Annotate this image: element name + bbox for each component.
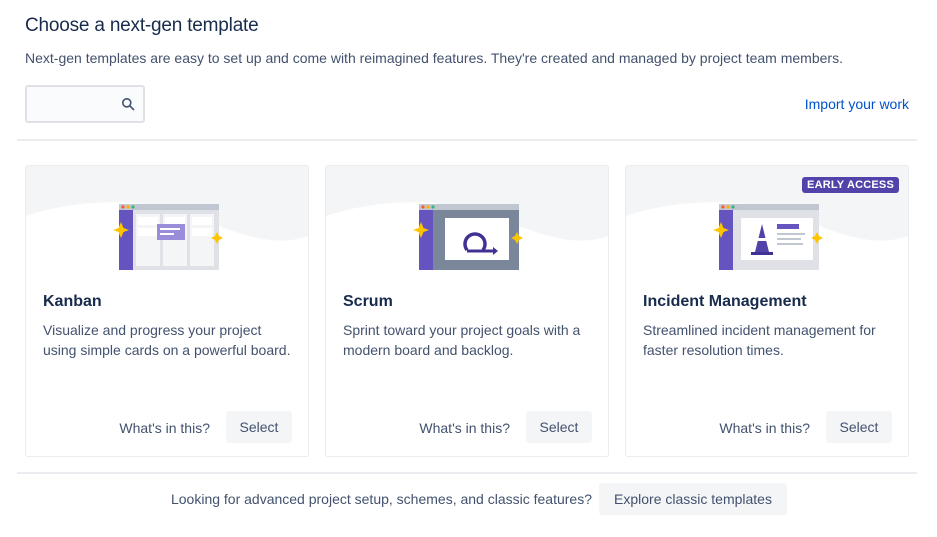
import-your-work-link[interactable]: Import your work [805, 96, 909, 112]
explore-classic-templates-button[interactable]: Explore classic templates [599, 483, 787, 515]
search-icon[interactable] [121, 97, 135, 111]
card-description: Sprint toward your project goals with a … [343, 322, 581, 358]
card-description: Visualize and progress your project usin… [43, 322, 291, 358]
template-card-incident-management[interactable]: EARLY ACCESS Incident Management Streaml… [625, 165, 909, 457]
select-button[interactable]: Select [826, 411, 892, 443]
incident-cone-icon [713, 204, 823, 270]
card-description: Streamlined incident management for fast… [643, 322, 876, 358]
card-illustration-area [326, 166, 608, 278]
card-illustration-area [26, 166, 308, 278]
whats-in-this-link[interactable]: What's in this? [119, 420, 210, 436]
bottom-divider [17, 472, 917, 474]
classic-features-prompt: Looking for advanced project setup, sche… [170, 491, 592, 507]
template-card-scrum[interactable]: Scrum Sprint toward your project goals w… [325, 165, 609, 457]
card-title: Kanban [43, 293, 102, 310]
select-button[interactable]: Select [226, 411, 292, 443]
whats-in-this-link[interactable]: What's in this? [419, 420, 510, 436]
search-box[interactable] [25, 85, 145, 123]
select-button[interactable]: Select [526, 411, 592, 443]
search-input[interactable] [33, 94, 121, 114]
kanban-board-icon [113, 204, 223, 270]
top-divider [17, 139, 917, 141]
card-title: Incident Management [643, 293, 807, 310]
card-illustration-area: EARLY ACCESS [626, 166, 908, 278]
scrum-cycle-icon [413, 204, 523, 270]
page-title: Choose a next-gen template [25, 15, 259, 36]
early-access-badge: EARLY ACCESS [802, 177, 899, 193]
card-title: Scrum [343, 293, 393, 310]
template-card-kanban[interactable]: Kanban Visualize and progress your proje… [25, 165, 309, 457]
whats-in-this-link[interactable]: What's in this? [719, 420, 810, 436]
page-subtitle: Next-gen templates are easy to set up an… [25, 50, 843, 66]
